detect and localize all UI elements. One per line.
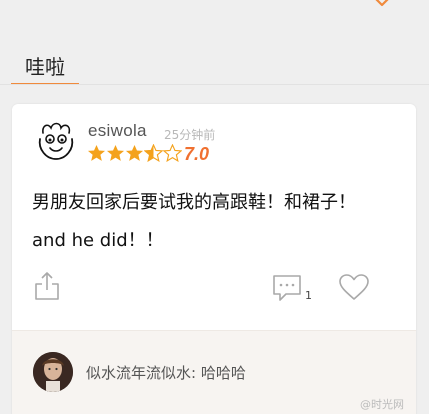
star-rating bbox=[87, 144, 182, 164]
share-icon[interactable] bbox=[34, 271, 60, 301]
heart-icon[interactable] bbox=[338, 273, 370, 301]
comment-icon[interactable] bbox=[272, 274, 302, 302]
star-full-icon bbox=[87, 144, 106, 161]
star-empty-icon bbox=[163, 144, 182, 162]
comment-count: 1 bbox=[305, 289, 312, 302]
watermark: @时光网 bbox=[360, 398, 404, 411]
reply-section: 似水流年流似水: 哈哈哈 bbox=[12, 330, 416, 414]
tab-label: 哇啦 bbox=[25, 55, 65, 79]
rating-score: 7.0 bbox=[184, 144, 210, 164]
username[interactable]: esiwola bbox=[88, 121, 147, 141]
tab-wala[interactable]: 哇啦 bbox=[11, 53, 79, 86]
post-card: esiwola 25分钟前 7.0 男朋友回家后要试我的高跟鞋！和裙子！ and… bbox=[12, 104, 416, 414]
post-text-line1: 男朋友回家后要试我的高跟鞋！和裙子！ bbox=[32, 192, 356, 213]
chevron-down-icon[interactable] bbox=[371, 0, 393, 8]
reply-avatar[interactable] bbox=[33, 352, 73, 392]
header-divider bbox=[0, 84, 429, 85]
post-time: 25分钟前 bbox=[164, 128, 216, 142]
star-half-icon bbox=[144, 144, 163, 162]
star-full-icon bbox=[106, 144, 125, 161]
star-full-icon bbox=[125, 144, 144, 161]
post-text-line2: and he did！！ bbox=[32, 230, 164, 251]
reply-text: 似水流年流似水: 哈哈哈 bbox=[86, 364, 246, 382]
doodle-avatar-icon[interactable] bbox=[34, 119, 78, 161]
avatar-photo-icon bbox=[33, 352, 73, 392]
